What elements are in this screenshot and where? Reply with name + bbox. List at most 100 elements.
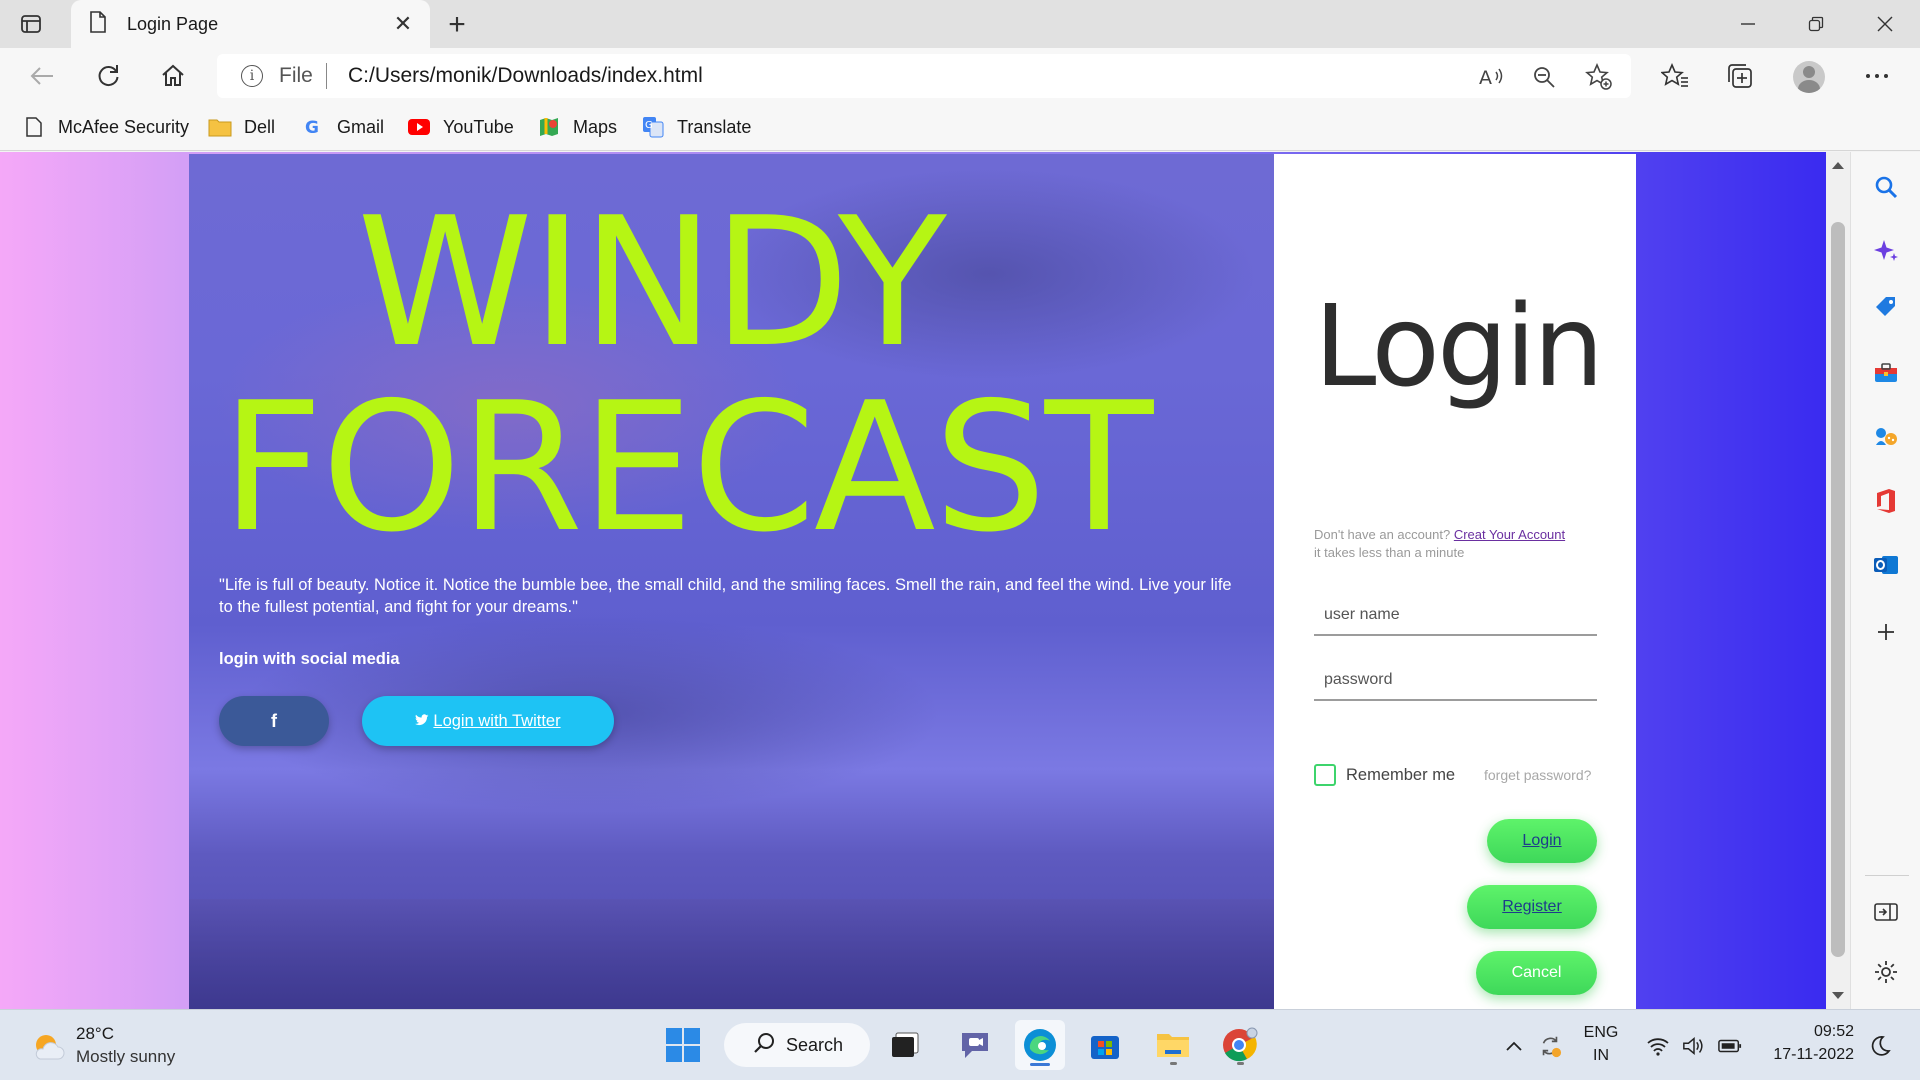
hero-ground [189, 899, 1274, 1009]
copilot-sparkle-icon[interactable] [1871, 236, 1901, 266]
favorites-icon[interactable] [1660, 61, 1690, 91]
outlook-icon[interactable] [1871, 550, 1901, 580]
teams-chat-icon[interactable] [950, 1020, 1000, 1070]
scroll-up-arrow[interactable] [1832, 162, 1844, 169]
notifications-moon-icon[interactable] [1868, 1034, 1892, 1058]
password-input[interactable]: password [1314, 661, 1597, 701]
login-title: Login [1314, 282, 1604, 412]
address-bar[interactable]: i File C:/Users/monik/Downloads/index.ht… [217, 54, 1631, 98]
username-input[interactable]: user name [1314, 596, 1597, 636]
page-viewport: WINDY FORECAST "Life is full of beauty. … [0, 152, 1826, 1009]
clock-date[interactable]: 17-11-2022 [1752, 1046, 1854, 1064]
twitter-login-button[interactable]: Login with Twitter [362, 696, 614, 746]
bookmark-dell[interactable]: Dell [208, 113, 275, 141]
minimize-button[interactable] [1733, 10, 1763, 38]
zoom-out-icon[interactable] [1530, 63, 1558, 91]
clock-time[interactable]: 09:52 [1758, 1023, 1854, 1041]
search-icon[interactable] [1871, 172, 1901, 202]
facebook-login-button[interactable]: f [219, 696, 329, 746]
page-icon [89, 10, 107, 38]
info-icon[interactable]: i [241, 65, 263, 87]
svg-text:G: G [645, 120, 653, 131]
address-url[interactable]: C:/Users/monik/Downloads/index.html [348, 64, 703, 88]
hero-panel: WINDY FORECAST "Life is full of beauty. … [189, 154, 1274, 1009]
bookmark-youtube[interactable]: YouTube [407, 113, 514, 141]
remember-me[interactable]: Remember me [1314, 764, 1455, 786]
close-tab-icon[interactable]: ✕ [392, 11, 414, 36]
more-options-icon[interactable] [1862, 61, 1892, 91]
task-view-icon[interactable] [880, 1020, 930, 1070]
add-favorite-icon[interactable] [1585, 63, 1613, 91]
remember-checkbox[interactable] [1314, 764, 1336, 786]
search-label: Search [786, 1034, 844, 1055]
language-code[interactable]: ENG [1581, 1024, 1621, 1042]
sync-icon[interactable] [1538, 1034, 1562, 1058]
wifi-icon[interactable] [1646, 1034, 1670, 1058]
bookmark-mcafee[interactable]: McAfee Security [22, 113, 189, 141]
profile-avatar[interactable] [1793, 61, 1825, 93]
show-hidden-icons-chevron-icon[interactable] [1502, 1034, 1526, 1058]
social-login-label: login with social media [219, 650, 400, 668]
remember-label: Remember me [1346, 765, 1456, 784]
running-indicator [1237, 1062, 1244, 1065]
hide-sidebar-icon[interactable] [1871, 897, 1901, 927]
sun-cloud-icon[interactable] [32, 1031, 65, 1063]
settings-gear-icon[interactable] [1871, 957, 1901, 987]
active-indicator [1030, 1063, 1050, 1066]
page-scrollbar[interactable] [1826, 152, 1850, 1009]
login-panel: Login Don't have an account? Creat Your … [1274, 154, 1636, 1009]
start-icon[interactable] [658, 1020, 708, 1070]
facebook-icon: f [271, 710, 277, 731]
forgot-password-link[interactable]: forget password? [1484, 767, 1591, 783]
close-window-button[interactable] [1870, 10, 1900, 38]
home-icon[interactable] [157, 60, 189, 92]
sidebar-divider [1865, 875, 1909, 876]
browser-window: Login Page ✕ + i File C:/Users/monik/Dow… [0, 0, 1920, 1080]
scroll-down-arrow[interactable] [1832, 992, 1844, 999]
back-icon[interactable] [26, 60, 58, 92]
address-toolbar: i File C:/Users/monik/Downloads/index.ht… [0, 48, 1920, 103]
hero-quote: "Life is full of beauty. Notice it. Noti… [219, 576, 1232, 616]
translate-icon: G [641, 115, 665, 139]
edge-sidebar [1850, 152, 1920, 1009]
maps-icon [537, 115, 561, 139]
language-region[interactable]: IN [1581, 1047, 1621, 1065]
create-account-link[interactable]: Creat Your Account [1454, 527, 1565, 542]
headline-line1: WINDY [357, 179, 947, 386]
edge-app-icon[interactable] [1015, 1020, 1065, 1070]
battery-icon[interactable] [1718, 1034, 1742, 1058]
cancel-button[interactable]: Cancel [1476, 951, 1597, 995]
tab-actions-icon[interactable] [18, 11, 44, 37]
shopping-tag-icon[interactable] [1871, 292, 1901, 322]
chrome-icon[interactable] [1215, 1020, 1265, 1070]
login-button[interactable]: Login [1487, 819, 1597, 863]
takes-less-text: it takes less than a minute [1314, 545, 1465, 560]
volume-icon[interactable] [1682, 1034, 1706, 1058]
read-aloud-icon[interactable]: A [1477, 63, 1505, 91]
office-icon[interactable] [1871, 486, 1901, 516]
no-account-text: Don't have an account? Creat Your Accoun… [1314, 527, 1566, 542]
new-tab-button[interactable]: + [442, 8, 472, 41]
scroll-thumb[interactable] [1831, 222, 1845, 957]
file-explorer-icon[interactable] [1148, 1020, 1198, 1070]
bookmark-label: McAfee Security [58, 116, 190, 137]
bookmark-translate[interactable]: G Translate [641, 113, 751, 141]
taskbar-search[interactable]: Search [724, 1023, 870, 1067]
tab-login-page[interactable]: Login Page ✕ [71, 0, 430, 48]
search-icon [754, 1032, 776, 1059]
bookmark-gmail[interactable]: G Gmail [301, 113, 384, 141]
address-scheme: File [279, 64, 313, 87]
restore-button[interactable] [1801, 10, 1831, 38]
bookmark-label: Maps [573, 116, 618, 137]
tools-briefcase-icon[interactable] [1871, 358, 1901, 388]
microsoft-store-icon[interactable] [1080, 1020, 1130, 1070]
add-icon[interactable] [1871, 617, 1901, 647]
refresh-icon[interactable] [92, 60, 124, 92]
bookmark-maps[interactable]: Maps [537, 113, 617, 141]
games-icon[interactable] [1871, 422, 1901, 452]
headline-line2: FORECAST [221, 364, 1153, 571]
bookmarks-bar: McAfee Security Dell G Gmail YouTube Map… [0, 103, 1920, 151]
register-button[interactable]: Register [1467, 885, 1597, 929]
collections-icon[interactable] [1725, 61, 1755, 91]
folder-icon [208, 115, 232, 139]
